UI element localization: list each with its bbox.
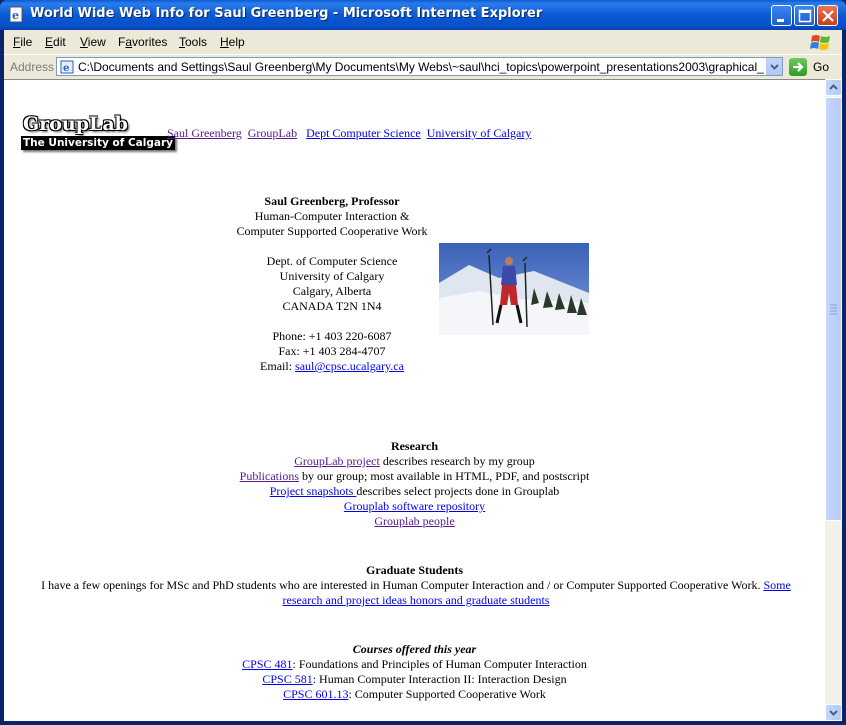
link-research-ideas-2[interactable]: research and project ideas honors and gr…	[283, 593, 550, 607]
menu-tools[interactable]: Tools	[179, 35, 207, 49]
link-cpsc-481[interactable]: CPSC 481	[242, 657, 292, 671]
contact-country: CANADA T2N 1N4	[282, 299, 382, 313]
logo-subtitle: The University of Calgary	[21, 136, 175, 150]
arrow-down-icon	[829, 710, 838, 716]
minimize-button[interactable]	[771, 5, 792, 26]
courses-section: Courses offered this year CPSC 481: Foun…	[4, 642, 825, 702]
contact-block: Saul Greenberg, Professor Human-Computer…	[220, 194, 444, 374]
graduate-heading: Graduate Students	[365, 563, 463, 577]
menu-help[interactable]: Help	[220, 35, 245, 49]
page-icon: e	[60, 60, 74, 74]
link-grouplab-project[interactable]: GroupLab project	[294, 454, 380, 468]
windows-logo-icon	[810, 35, 830, 50]
scroll-thumb[interactable]	[825, 97, 842, 521]
close-button[interactable]	[817, 5, 838, 26]
link-grouplab[interactable]: GroupLab	[248, 126, 297, 140]
research-text-2: by our group; most available in HTML, PD…	[299, 469, 590, 483]
minimize-icon	[777, 19, 784, 22]
ie-page-icon: e	[9, 6, 23, 23]
menu-file[interactable]: File	[13, 35, 32, 49]
close-icon	[822, 10, 834, 22]
logo-title: GroupLab	[23, 113, 128, 135]
title-bar[interactable]: e World Wide Web Info for Saul Greenberg…	[0, 0, 846, 30]
link-software-repository[interactable]: Grouplab software repository	[344, 499, 485, 513]
graduate-section: Graduate Students I have a few openings …	[4, 563, 825, 608]
address-value: C:\Documents and Settings\Saul Greenberg…	[78, 60, 764, 74]
contact-phone: Phone: +1 403 220-6087	[272, 329, 392, 343]
page-viewport: GroupLab The University of Calgary Saul …	[4, 79, 825, 721]
window-title: World Wide Web Info for Saul Greenberg -…	[30, 6, 543, 21]
maximize-button[interactable]	[794, 5, 815, 26]
link-project-snapshots[interactable]: Project snapshots	[270, 484, 357, 498]
chevron-down-icon	[770, 64, 779, 70]
link-grouplab-people[interactable]: Grouplab people	[374, 514, 454, 528]
contact-field-1: Human-Computer Interaction &	[254, 209, 410, 223]
course-text-601: : Computer Supported Cooperative Work	[348, 687, 546, 701]
skiing-photo	[439, 243, 589, 335]
svg-text:e: e	[12, 9, 19, 22]
grip-icon	[830, 304, 837, 315]
scroll-down-button[interactable]	[825, 704, 842, 721]
scroll-up-button[interactable]	[825, 79, 842, 96]
courses-heading: Courses offered this year	[352, 642, 477, 656]
link-cpsc-581[interactable]: CPSC 581	[262, 672, 312, 686]
address-dropdown-button[interactable]	[766, 58, 782, 75]
address-label: Address	[10, 60, 55, 74]
go-label: Go	[813, 60, 830, 74]
maximize-icon	[798, 9, 812, 23]
research-section: Research GroupLab project describes rese…	[4, 439, 825, 529]
browser-chrome: File Edit View Favorites Tools Help Addr…	[4, 30, 842, 721]
grouplab-logo[interactable]: GroupLab The University of Calgary	[21, 113, 175, 157]
svg-text:e: e	[63, 63, 69, 74]
research-text-1: describes research by my group	[379, 454, 535, 468]
email-label: Email:	[260, 359, 296, 373]
link-dept-cs[interactable]: Dept Computer Science	[306, 126, 421, 140]
menu-bar: File Edit View Favorites Tools Help	[4, 32, 842, 52]
top-links: Saul Greenberg GroupLab Dept Computer Sc…	[167, 126, 531, 141]
vertical-scrollbar[interactable]	[825, 79, 842, 721]
graduate-text: I have a few openings for MSc and PhD st…	[41, 578, 764, 592]
menu-view[interactable]: View	[80, 35, 106, 49]
contact-field-2: Computer Supported Cooperative Work	[236, 224, 428, 238]
link-publications[interactable]: Publications	[240, 469, 299, 483]
address-bar: Address e C:\Documents and Settings\Saul…	[4, 54, 842, 80]
contact-city: Calgary, Alberta	[292, 284, 372, 298]
contact-dept: Dept. of Computer Science	[266, 254, 398, 268]
course-text-581: : Human Computer Interaction II: Interac…	[312, 672, 567, 686]
menu-edit[interactable]: Edit	[45, 35, 66, 49]
link-saul-greenberg[interactable]: Saul Greenberg	[167, 126, 242, 140]
link-ucalgary[interactable]: University of Calgary	[427, 126, 532, 140]
contact-univ: University of Calgary	[279, 269, 385, 283]
arrow-up-icon	[829, 84, 838, 90]
go-arrow-icon	[789, 58, 807, 76]
link-cpsc-601[interactable]: CPSC 601.13	[283, 687, 348, 701]
contact-name: Saul Greenberg, Professor	[264, 194, 400, 208]
go-button[interactable]: Go	[789, 57, 837, 77]
course-text-481: : Foundations and Principles of Human Co…	[292, 657, 587, 671]
link-research-ideas-1[interactable]: Some	[763, 578, 790, 592]
research-text-3: describes select projects done in Groupl…	[356, 484, 560, 498]
email-link[interactable]: saul@cpsc.ucalgary.ca	[295, 359, 404, 373]
contact-fax: Fax: +1 403 284-4707	[278, 344, 386, 358]
menu-favorites[interactable]: Favorites	[118, 35, 167, 49]
browser-window: e World Wide Web Info for Saul Greenberg…	[0, 0, 846, 725]
address-input[interactable]: e C:\Documents and Settings\Saul Greenbe…	[56, 57, 783, 76]
research-heading: Research	[390, 439, 439, 453]
